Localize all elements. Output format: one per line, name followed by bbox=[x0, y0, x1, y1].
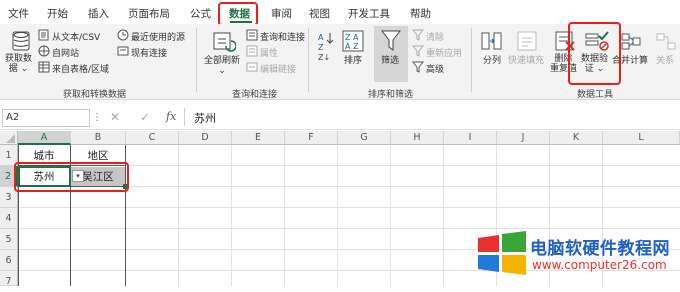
refresh-all-button[interactable]: 全部刷新 ⌄ bbox=[204, 56, 240, 77]
connection-icon bbox=[117, 45, 129, 60]
formula-input[interactable]: 苏州 bbox=[194, 110, 216, 126]
watermark-logo-icon bbox=[476, 230, 528, 279]
sort-button[interactable]: 排序 bbox=[344, 56, 362, 66]
cell-b1[interactable]: 地区 bbox=[71, 148, 125, 163]
reapply-button[interactable]: 重新应用 bbox=[411, 45, 462, 60]
column-header-c[interactable]: C bbox=[126, 131, 179, 145]
gridline bbox=[284, 145, 285, 286]
tab-page-layout[interactable]: 页面布局 bbox=[128, 6, 170, 21]
watermark-url: www.computer26.com bbox=[532, 258, 667, 272]
group-label-data-tools: 数据工具 bbox=[577, 90, 614, 100]
svg-text:Z A: Z A bbox=[345, 33, 359, 42]
recent-sources-button[interactable]: 最近使用的源 bbox=[117, 29, 185, 44]
cell-a1[interactable]: 城市 bbox=[18, 148, 70, 163]
cancel-icon[interactable]: ✕ bbox=[110, 110, 120, 124]
insert-function-icon[interactable]: fx bbox=[166, 110, 176, 123]
filter-funnel-icon bbox=[380, 30, 402, 55]
text-file-icon bbox=[38, 29, 50, 44]
column-header-d[interactable]: D bbox=[179, 131, 232, 145]
column-header-b[interactable]: B bbox=[71, 131, 126, 145]
tab-home[interactable]: 开始 bbox=[47, 6, 68, 21]
advanced-filter-icon bbox=[411, 61, 425, 76]
group-label-get-data: 获取和转换数据 bbox=[63, 90, 127, 100]
watermark-title: 电脑软硬件教程网 bbox=[530, 239, 670, 259]
enter-icon[interactable]: ✓ bbox=[140, 110, 150, 124]
column-header-j[interactable]: J bbox=[497, 131, 550, 145]
get-data-icon bbox=[10, 30, 32, 55]
column-header-h[interactable]: H bbox=[391, 131, 444, 145]
more-options-icon[interactable]: ⋮ bbox=[92, 112, 102, 123]
tab-file[interactable]: 文件 bbox=[8, 6, 29, 21]
relationships-button[interactable]: 关系 bbox=[656, 56, 674, 66]
svg-text:A Z: A Z bbox=[345, 42, 359, 51]
gridline bbox=[231, 145, 232, 286]
flash-fill-button[interactable]: 快速填充 bbox=[508, 56, 544, 66]
tab-help[interactable]: 帮助 bbox=[410, 6, 431, 21]
advanced-filter-button[interactable]: 高级 bbox=[411, 61, 444, 76]
gridline bbox=[178, 145, 179, 286]
tab-formulas[interactable]: 公式 bbox=[190, 6, 211, 21]
ribbon-separator bbox=[308, 28, 309, 92]
column-header-l[interactable]: L bbox=[603, 131, 680, 145]
table-icon bbox=[38, 61, 50, 76]
tab-review[interactable]: 审阅 bbox=[271, 6, 292, 21]
tab-insert[interactable]: 插入 bbox=[88, 6, 109, 21]
properties-button[interactable]: 属性 bbox=[246, 45, 278, 60]
edit-links-button[interactable]: 编辑链接 bbox=[246, 61, 296, 76]
row-header-5[interactable]: 5 bbox=[0, 229, 18, 250]
column-header-k[interactable]: K bbox=[550, 131, 603, 145]
sort-icon: Z AA Z bbox=[342, 30, 364, 55]
svg-text:Z↓: Z↓ bbox=[318, 53, 330, 61]
refresh-all-icon bbox=[212, 30, 237, 55]
group-label-queries: 查询和连接 bbox=[232, 90, 278, 100]
row-header-6[interactable]: 6 bbox=[0, 250, 18, 271]
column-header-a[interactable]: A bbox=[18, 131, 71, 145]
ribbon-separator bbox=[196, 28, 197, 92]
clock-icon bbox=[117, 29, 129, 44]
gridline bbox=[337, 145, 338, 286]
text-to-columns-button[interactable]: 分列 bbox=[483, 56, 501, 66]
ribbon-separator bbox=[471, 28, 472, 92]
queries-connections-button[interactable]: 查询和连接 bbox=[246, 29, 305, 44]
column-header-e[interactable]: E bbox=[232, 131, 285, 145]
flash-fill-icon bbox=[516, 30, 538, 55]
formula-bar: A2 ⋮ ✕ ✓ fx 苏州 bbox=[0, 104, 680, 130]
cell-range-highlight bbox=[14, 162, 129, 192]
query-icon bbox=[246, 29, 258, 44]
svg-text:Z: Z bbox=[318, 43, 324, 52]
clear-filter-icon bbox=[411, 29, 425, 44]
data-tab-highlight bbox=[218, 2, 258, 26]
formula-divider bbox=[184, 108, 185, 126]
existing-connections-button[interactable]: 现有连接 bbox=[117, 45, 167, 60]
tab-developer[interactable]: 开发工具 bbox=[348, 6, 390, 21]
column-header-g[interactable]: G bbox=[338, 131, 391, 145]
column-header-i[interactable]: I bbox=[444, 131, 497, 145]
link-icon bbox=[246, 61, 258, 76]
clear-filter-button[interactable]: 清除 bbox=[411, 29, 444, 44]
column-header-f[interactable]: F bbox=[285, 131, 338, 145]
properties-icon bbox=[246, 45, 258, 60]
consolidate-icon bbox=[621, 32, 641, 55]
tab-view[interactable]: 视图 bbox=[309, 6, 330, 21]
text-to-columns-icon bbox=[481, 30, 503, 55]
ribbon-tabs: 文件 开始 插入 页面布局 公式 数据 审阅 视图 开发工具 帮助 bbox=[0, 0, 680, 24]
name-box[interactable]: A2 bbox=[2, 109, 90, 127]
reapply-icon bbox=[411, 45, 425, 60]
sort-az-icon: A Z Z↓ bbox=[318, 31, 334, 64]
gridline bbox=[443, 145, 444, 286]
from-text-csv-button[interactable]: 从文本/CSV bbox=[38, 29, 100, 44]
svg-text:A: A bbox=[318, 33, 324, 42]
data-validation-highlight bbox=[568, 22, 621, 85]
relationships-icon bbox=[656, 32, 676, 55]
group-label-sort-filter: 排序和筛选 bbox=[368, 90, 414, 100]
select-all-corner[interactable] bbox=[0, 131, 18, 145]
gridline bbox=[390, 145, 391, 286]
filter-button[interactable]: 筛选 bbox=[381, 56, 399, 66]
row-header-7[interactable]: 7 bbox=[0, 271, 18, 287]
from-web-button[interactable]: 自网站 bbox=[38, 45, 79, 60]
row-header-4[interactable]: 4 bbox=[0, 208, 18, 229]
globe-icon bbox=[38, 45, 50, 60]
get-data-button[interactable]: 获取数据 ⌄ bbox=[5, 54, 32, 75]
from-table-button[interactable]: 来自表格/区域 bbox=[38, 61, 109, 76]
